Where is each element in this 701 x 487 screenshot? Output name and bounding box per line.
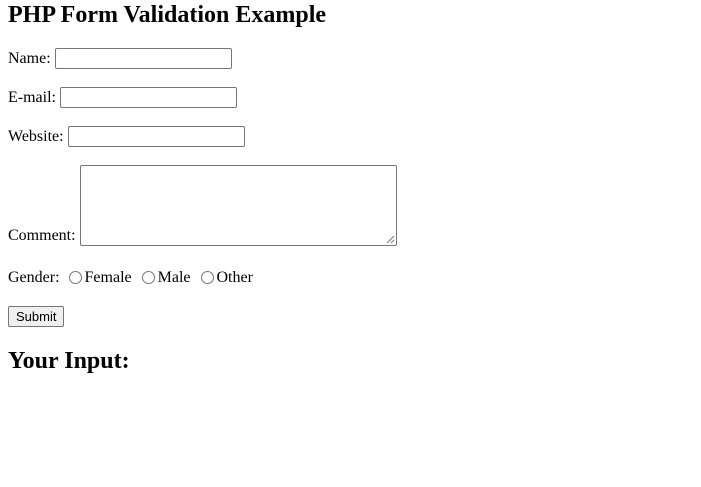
radio-female-icon[interactable]: [68, 270, 82, 284]
radio-other-icon[interactable]: [200, 270, 214, 284]
resize-grip-icon[interactable]: [386, 235, 395, 244]
website-row: Website:: [8, 126, 245, 147]
result-title: Your Input:: [8, 348, 130, 374]
submit-button[interactable]: Submit: [8, 306, 65, 327]
page-title: PHP Form Validation Example: [8, 2, 327, 28]
email-label: E-mail:: [8, 88, 56, 106]
submit-row: Submit: [8, 306, 65, 327]
website-input[interactable]: [67, 126, 245, 147]
name-label: Name:: [8, 49, 51, 67]
email-row: E-mail:: [8, 87, 237, 108]
comment-row: Comment:: [8, 165, 397, 246]
name-row: Name:: [8, 48, 232, 69]
gender-label: Gender:: [8, 269, 60, 286]
name-input[interactable]: [54, 48, 232, 69]
email-input[interactable]: [59, 87, 237, 108]
radio-other-label[interactable]: Other: [217, 269, 253, 287]
gender-row: Gender: Female Male Other: [8, 269, 263, 287]
radio-male-label[interactable]: Male: [158, 269, 191, 287]
website-label: Website:: [8, 127, 64, 145]
radio-female-label[interactable]: Female: [85, 269, 132, 287]
radio-male-icon[interactable]: [141, 270, 155, 284]
comment-label: Comment:: [8, 227, 76, 244]
comment-textarea[interactable]: [79, 165, 397, 246]
